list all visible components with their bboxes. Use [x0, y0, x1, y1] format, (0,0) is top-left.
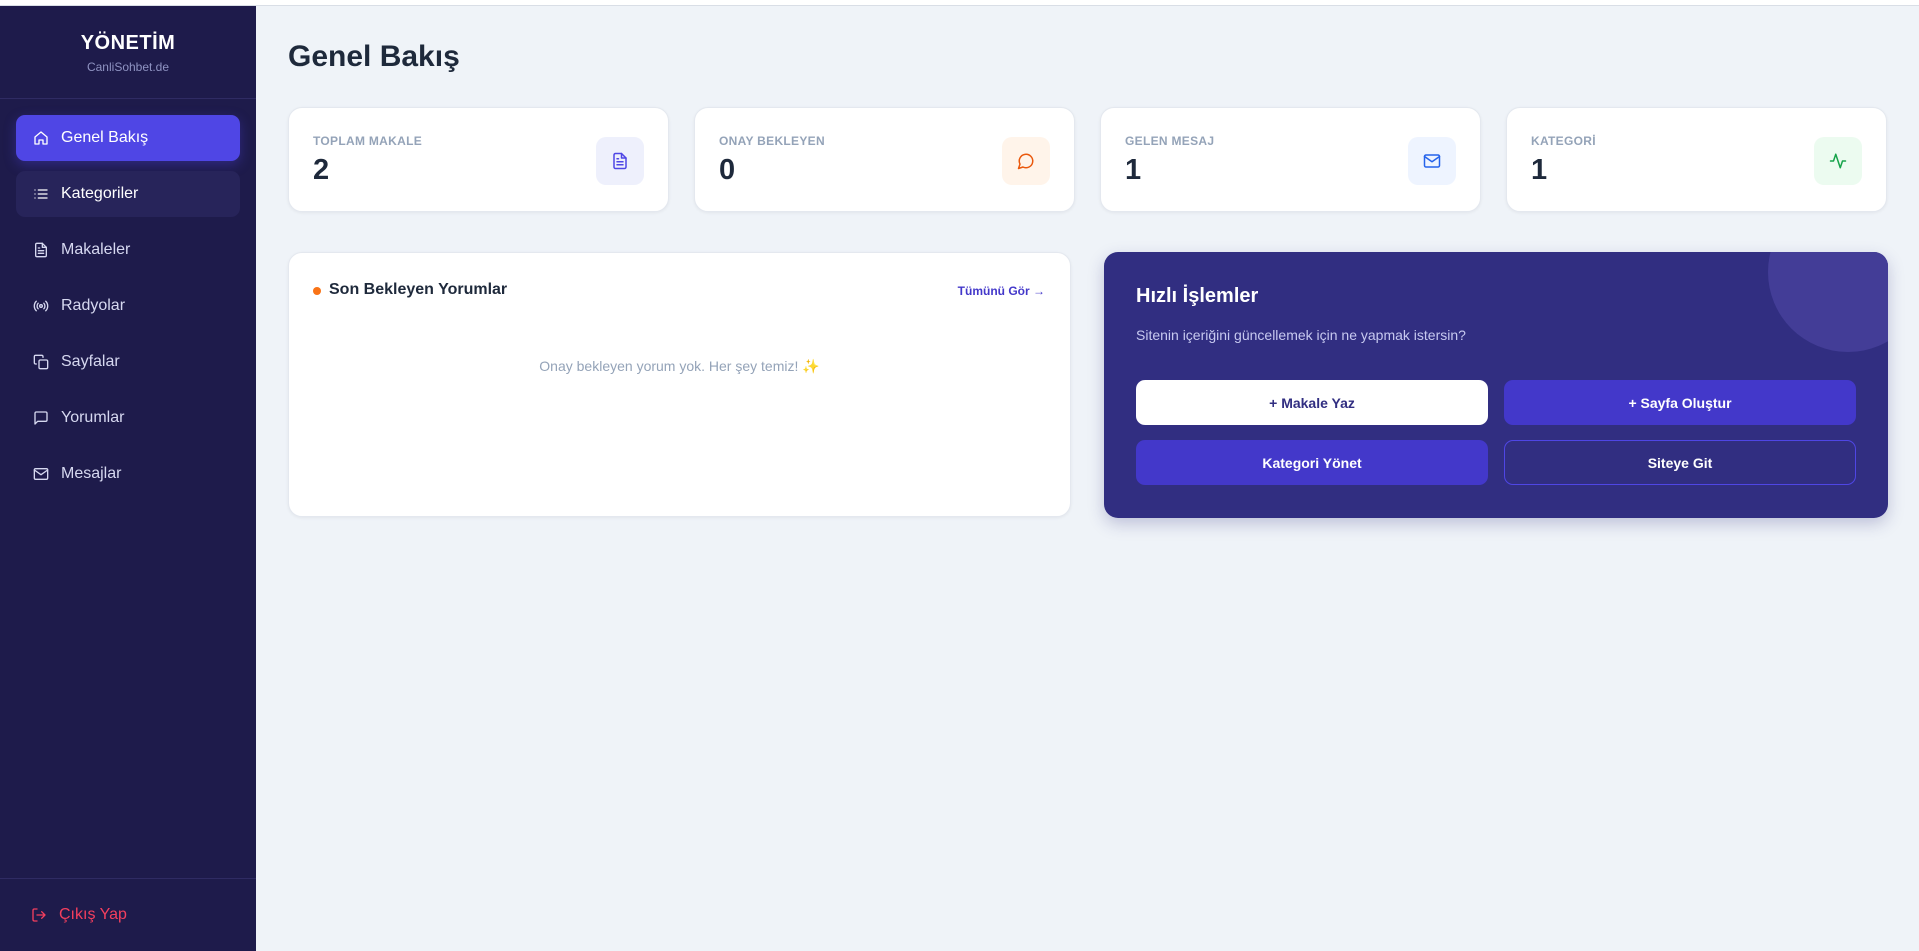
- sidebar-item-sayfalar[interactable]: Sayfalar: [16, 339, 240, 385]
- sidebar-item-label: Makaleler: [61, 241, 131, 258]
- copy-icon: [33, 354, 49, 370]
- brand: YÖNETİM CanliSohbet.de: [0, 6, 256, 99]
- logout-button[interactable]: Çıkış Yap: [0, 878, 256, 951]
- main-content: Genel Bakış TOPLAM MAKALE 2 ONAY BEKLEYE…: [256, 6, 1919, 951]
- sidebar-item-yorumlar[interactable]: Yorumlar: [16, 395, 240, 441]
- mail-icon: [1408, 137, 1456, 185]
- stat-value: 0: [719, 154, 736, 186]
- stat-value: 1: [1125, 154, 1142, 186]
- sidebar-item-label: Mesajlar: [61, 465, 122, 482]
- sidebar-item-mesajlar[interactable]: Mesajlar: [16, 451, 240, 497]
- sidebar: YÖNETİM CanliSohbet.de Genel Bakış Kateg…: [0, 6, 256, 951]
- empty-state-text: Onay bekleyen yorum yok. Her şey temiz! …: [539, 358, 820, 374]
- message-circle-icon: [1002, 137, 1050, 185]
- sidebar-item-makaleler[interactable]: Makaleler: [16, 227, 240, 273]
- pending-comments-card: Son Bekleyen Yorumlar Tümünü Gör → Onay …: [288, 252, 1071, 517]
- stat-card-toplam-makale: TOPLAM MAKALE 2: [288, 107, 669, 212]
- pending-comments-title: Son Bekleyen Yorumlar: [329, 281, 508, 298]
- mail-icon: [33, 466, 49, 482]
- activity-icon: [1814, 137, 1862, 185]
- sidebar-item-label: Sayfalar: [61, 353, 120, 370]
- log-out-icon: [31, 907, 47, 923]
- stat-card-kategori: KATEGORİ 1: [1506, 107, 1887, 212]
- logout-label: Çıkış Yap: [59, 906, 127, 923]
- stat-card-gelen-mesaj: GELEN MESAJ 1: [1100, 107, 1481, 212]
- brand-subtitle: CanliSohbet.de: [86, 60, 170, 74]
- sidebar-item-label: Genel Bakış: [61, 129, 149, 146]
- stat-label: KATEGORİ: [1531, 134, 1596, 148]
- sidebar-item-radyolar[interactable]: Radyolar: [16, 283, 240, 329]
- sidebar-item-label: Kategoriler: [61, 185, 139, 202]
- go-to-site-button[interactable]: Siteye Git: [1504, 440, 1856, 485]
- status-dot: [313, 287, 321, 295]
- file-text-icon: [33, 242, 49, 258]
- file-text-icon: [596, 137, 644, 185]
- sidebar-item-label: Yorumlar: [61, 409, 125, 426]
- sidebar-item-label: Radyolar: [61, 297, 126, 314]
- sidebar-nav: Genel Bakış Kategoriler Makaleler Radyol…: [0, 99, 256, 523]
- view-all-link[interactable]: Tümünü Gör →: [958, 284, 1045, 298]
- stat-value: 2: [313, 154, 330, 186]
- quick-actions-subtitle: Sitenin içeriğini güncellemek için ne ya…: [1136, 327, 1466, 343]
- quick-actions-panel: Hızlı İşlemler Sitenin içeriğini güncell…: [1104, 252, 1888, 518]
- stat-label: ONAY BEKLEYEN: [719, 134, 825, 148]
- stat-label: GELEN MESAJ: [1125, 134, 1215, 148]
- message-square-icon: [33, 410, 49, 426]
- manage-categories-button[interactable]: Kategori Yönet: [1136, 440, 1488, 485]
- write-article-button[interactable]: + Makale Yaz: [1136, 380, 1488, 425]
- radio-icon: [33, 298, 49, 314]
- stat-value: 1: [1531, 154, 1548, 186]
- page-title: Genel Bakış: [288, 40, 460, 73]
- create-page-button[interactable]: + Sayfa Oluştur: [1504, 380, 1856, 425]
- stat-card-onay-bekleyen: ONAY BEKLEYEN 0: [694, 107, 1075, 212]
- sidebar-item-kategoriler[interactable]: Kategoriler: [16, 171, 240, 217]
- brand-title: YÖNETİM: [80, 32, 176, 54]
- list-icon: [33, 186, 49, 202]
- stat-label: TOPLAM MAKALE: [313, 134, 423, 148]
- home-icon: [33, 130, 49, 146]
- sidebar-item-genel-bakis[interactable]: Genel Bakış: [16, 115, 240, 161]
- quick-actions-title: Hızlı İşlemler: [1136, 285, 1259, 307]
- decorative-circle: [1768, 252, 1888, 352]
